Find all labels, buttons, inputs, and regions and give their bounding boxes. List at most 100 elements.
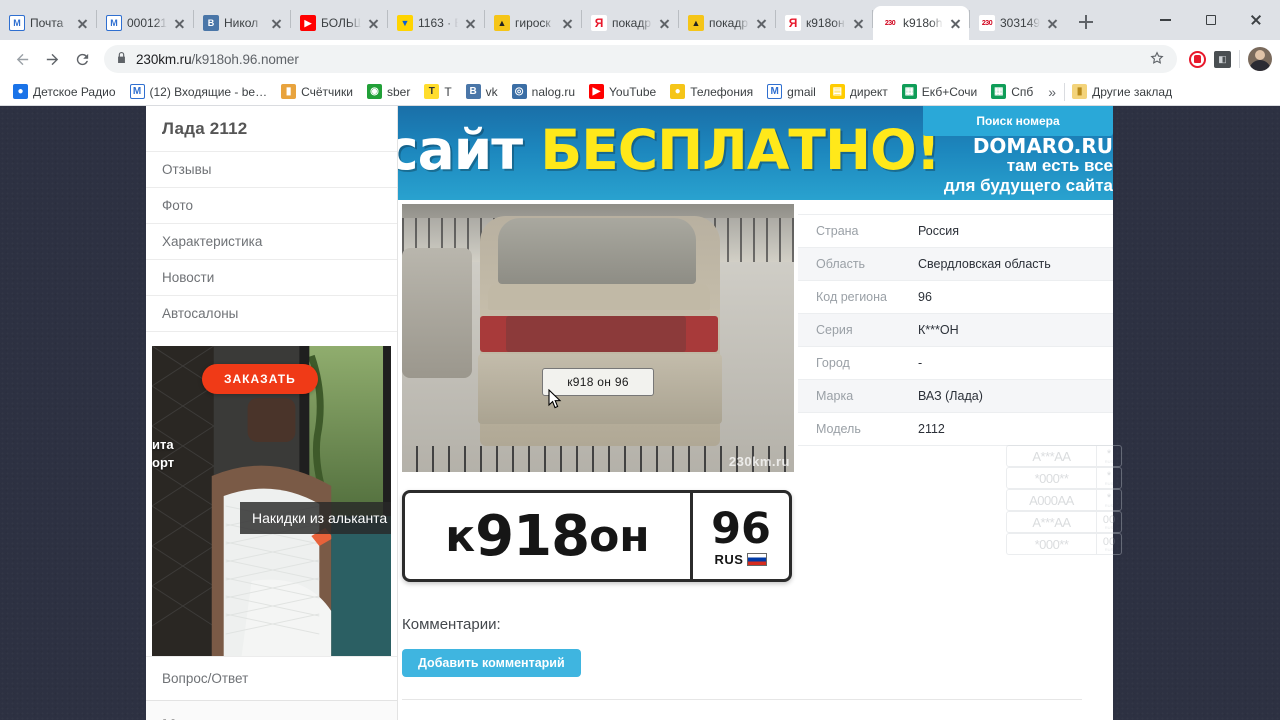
tab-close-button[interactable] [851, 16, 866, 31]
browser-tab-active[interactable]: 230 k918oh [873, 6, 969, 40]
sidebar-item-label: Отзывы [162, 162, 212, 177]
bookmark-label: Телефония [690, 84, 754, 99]
info-key: Код региона [816, 290, 887, 304]
browser-tab[interactable]: M 000121 [97, 6, 193, 40]
bookmark-label: Детское Радио [33, 84, 116, 99]
tab-close-button[interactable] [1045, 16, 1060, 31]
reload-button[interactable] [68, 45, 96, 73]
bookmark-item[interactable]: ▮ Счётчики [274, 81, 360, 102]
bookmark-item[interactable]: ▦ Спб [984, 81, 1040, 102]
extension-red-icon[interactable] [1189, 50, 1206, 68]
browser-tab[interactable]: B Никол [194, 6, 290, 40]
browser-tab[interactable]: M Почта [0, 6, 96, 40]
forward-button[interactable] [38, 45, 66, 73]
add-comment-button[interactable]: Добавить комментарий [402, 649, 581, 677]
other-bookmarks-button[interactable]: ▮ Другие заклад [1065, 81, 1179, 102]
ad-order-button[interactable]: ЗАКАЗАТЬ [202, 364, 318, 394]
photo-column: к918 он 96 230km.ru [398, 200, 798, 472]
bookmark-item[interactable]: Mgmail [760, 81, 823, 102]
info-row: Модель 2112 [798, 413, 1113, 446]
plate-pattern-rus: RUS [1104, 524, 1114, 530]
vk-icon: B [203, 15, 219, 31]
profile-avatar[interactable] [1248, 47, 1272, 71]
minimize-button[interactable] [1143, 4, 1188, 36]
tab-close-button[interactable] [366, 16, 381, 31]
bookmark-item[interactable]: ◎ nalog.ru [505, 81, 582, 102]
info-value: - [918, 356, 923, 370]
url-domain: 230km.ru [136, 51, 192, 67]
phone-icon: ● [670, 84, 686, 99]
photo-trunk-panel [506, 316, 686, 352]
browser-tab[interactable]: ▼ 1163 · В [388, 6, 484, 40]
plate-pattern-item[interactable]: *000** * RUS [1006, 467, 1122, 489]
ad-banner[interactable]: сайт БЕСПЛАТНО! Поиск номера DOMARO.RU т… [398, 106, 1113, 200]
browser-tab[interactable]: Як918он [776, 6, 872, 40]
tab-close-button[interactable] [754, 16, 769, 31]
address-bar[interactable]: 230km.ru/k918oh.96.nomer [104, 45, 1177, 73]
plate-pattern-item[interactable]: A000AA * RUS [1006, 489, 1122, 511]
sheets-icon: ▦ [991, 84, 1007, 99]
browser-window: M Почта M 000121 B Никол ▶ БОЛЬШ ▼ 1163 · В ▲ гирос… [0, 0, 1280, 720]
vk-icon: B [465, 84, 481, 99]
image-icon: ▲ [494, 15, 510, 31]
sidebar-item-faq[interactable]: Вопрос/Ответ [146, 656, 397, 700]
car-photo[interactable]: к918 он 96 230km.ru [402, 204, 794, 472]
tab-close-button[interactable] [75, 16, 90, 31]
plate-pattern-item[interactable]: A***AA 00 RUS [1006, 511, 1122, 533]
new-tab-button[interactable] [1072, 8, 1100, 36]
plate-pattern-item[interactable]: A***AA * RUS [1006, 445, 1122, 467]
browser-tab[interactable]: Япокадр [582, 6, 678, 40]
site-container: Лада 2112 Отзывы Фото Характеристика Новост… [146, 106, 1122, 720]
browser-tab[interactable]: ▶ БОЛЬШ [291, 6, 387, 40]
tab-close-button[interactable] [948, 16, 963, 31]
bookmark-item[interactable]: ● Детское Радио [6, 81, 123, 102]
plate-pattern-region: 00 RUS [1096, 533, 1122, 555]
bookmark-item[interactable]: ◉ sber [360, 81, 417, 102]
extension-dark-icon[interactable]: ◧ [1214, 50, 1231, 68]
info-value: 2112 [918, 422, 945, 436]
sidebar-item-характеристика[interactable]: Характеристика [146, 223, 397, 259]
plate-pattern-region: * RUS [1096, 467, 1122, 489]
bookmarks-overflow-button[interactable]: » [1040, 84, 1064, 100]
tab-close-button[interactable] [560, 16, 575, 31]
tab-close-button[interactable] [269, 16, 284, 31]
info-key: Область [816, 257, 866, 271]
plate-pattern-item[interactable]: *000** 00 RUS [1006, 533, 1122, 555]
browser-tab[interactable]: ▲ гироск [485, 6, 581, 40]
tab-close-button[interactable] [172, 16, 187, 31]
close-window-button[interactable] [1233, 4, 1278, 36]
info-row: Город - [798, 347, 1113, 380]
bookmark-item[interactable]: M (12) Входящие - be… [123, 81, 275, 102]
bookmark-item[interactable]: Bvk [459, 81, 505, 102]
info-key: Страна [816, 224, 859, 238]
sidebar-item-фото[interactable]: Фото [146, 187, 397, 223]
tab-close-button[interactable] [463, 16, 478, 31]
sidebar-item-отзывы[interactable]: Отзывы [146, 151, 397, 187]
back-button[interactable] [8, 45, 36, 73]
bookmark-item[interactable]: TT [417, 81, 458, 102]
lock-icon [116, 51, 127, 67]
info-key: Серия [816, 323, 853, 337]
comments-section: Комментарии: Добавить комментарий [398, 582, 1113, 700]
bookmark-item[interactable]: ▤ директ [823, 81, 895, 102]
sidebar-ad[interactable]: ита орт ЗАКАЗАТЬ Накидки из альканта [152, 346, 391, 656]
tab-close-button[interactable] [657, 16, 672, 31]
browser-tab[interactable]: ▲ покадр [679, 6, 775, 40]
vehicle-info-table: Страна Россия Область Свердловская область К… [798, 214, 1113, 446]
bookmark-item[interactable]: ▦ Екб+Сочи [895, 81, 984, 102]
plate-pattern-region: * RUS [1096, 445, 1122, 467]
chart-icon: ▮ [281, 84, 297, 99]
maximize-button[interactable] [1188, 4, 1233, 36]
star-icon[interactable] [1149, 50, 1165, 69]
bookmark-item[interactable]: ▶ YouTube [582, 81, 663, 102]
sidebar-item-новости[interactable]: Новости [146, 259, 397, 295]
bookmark-label: Счётчики [301, 84, 353, 99]
sidebar-item-label: Автосалоны [162, 306, 239, 321]
plate-letters-last: он [589, 510, 650, 562]
tab-title: k918oh [903, 16, 943, 30]
browser-tab[interactable]: 230 303149 [970, 6, 1066, 40]
banner-text-white: сайт [398, 118, 523, 182]
search-number-button[interactable]: Поиск номера [923, 106, 1113, 136]
bookmark-item[interactable]: ● Телефония [663, 81, 760, 102]
sidebar-item-автосалоны[interactable]: Автосалоны [146, 295, 397, 332]
